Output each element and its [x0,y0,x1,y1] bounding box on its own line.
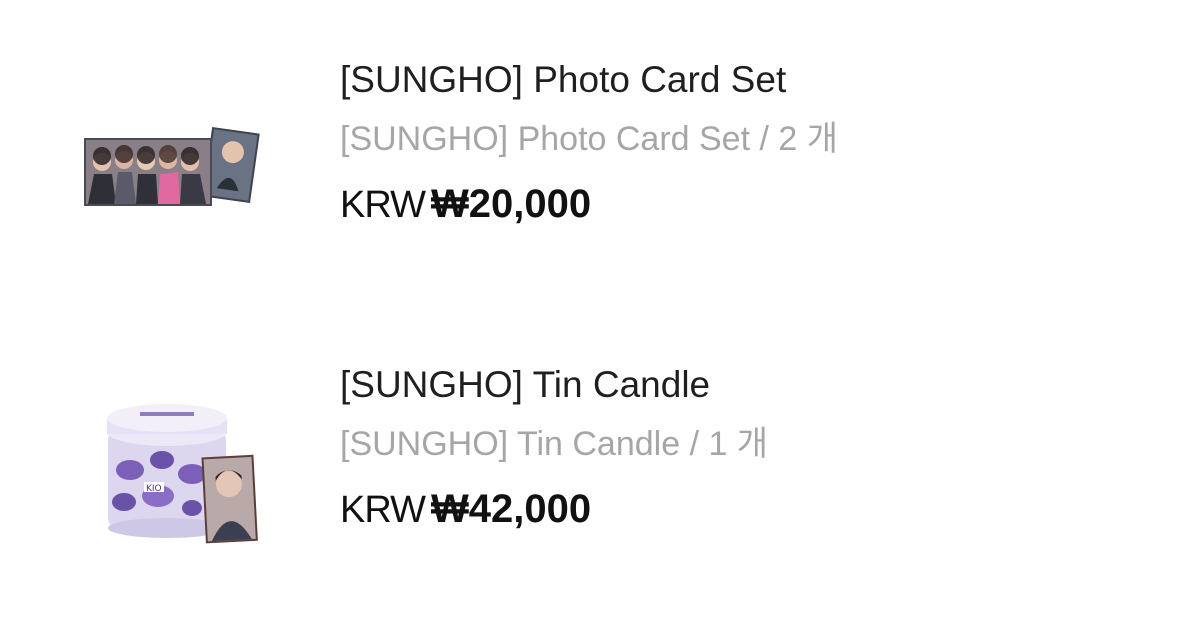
price-amount: ₩20,000 [430,182,592,226]
order-item[interactable]: KIO [SUNGHO] Tin Candle [SUNGHO] Tin Can… [0,345,1200,595]
product-title[interactable]: [SUNGHO] Photo Card Set [340,56,1160,104]
price-amount: ₩42,000 [430,487,592,531]
tin-candle-icon: KIO [107,404,258,544]
svg-text:KIO: KIO [146,484,162,494]
price-currency: KRW [340,184,426,226]
photo-card-set-thumbnail[interactable] [80,70,270,260]
product-price: KRW ₩20,000 [340,180,1160,237]
product-option: [SUNGHO] Photo Card Set / 2 개 [340,120,839,158]
order-item-info: [SUNGHO] Photo Card Set [SUNGHO] Photo C… [340,56,1160,237]
tin-candle-thumbnail[interactable]: KIO [80,360,270,550]
product-title[interactable]: [SUNGHO] Tin Candle [340,361,1160,409]
order-item-info: [SUNGHO] Tin Candle [SUNGHO] Tin Candle … [340,361,1160,542]
order-item[interactable]: [SUNGHO] Photo Card Set [SUNGHO] Photo C… [0,40,1200,290]
order-item-list: [SUNGHO] Photo Card Set [SUNGHO] Photo C… [0,0,1200,620]
price-currency: KRW [340,489,426,531]
product-option: [SUNGHO] Tin Candle / 1 개 [340,425,769,463]
photo-card-set-icon [84,127,260,206]
product-price: KRW ₩42,000 [340,485,1160,542]
